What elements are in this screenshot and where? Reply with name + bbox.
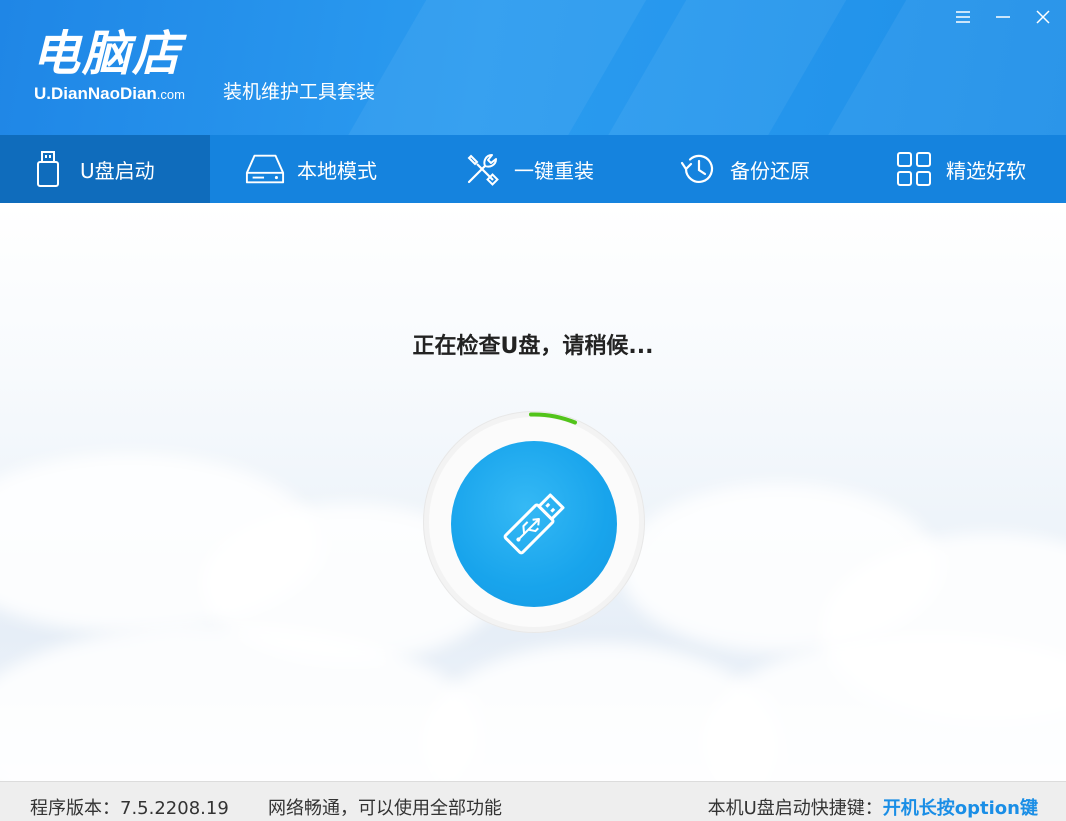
menu-icon[interactable] — [948, 6, 978, 28]
tab-local-mode-label: 本地模式 — [297, 158, 377, 183]
hotkey-link[interactable]: 开机长按option键 — [883, 798, 1038, 819]
tab-usb-boot[interactable]: U盘启动 — [0, 135, 210, 203]
close-icon[interactable] — [1028, 6, 1058, 28]
hard-drive-icon — [245, 149, 285, 189]
tab-local-mode[interactable]: 本地模式 — [210, 135, 425, 203]
app-subtitle: 装机维护工具套装 — [223, 81, 376, 103]
brand-url-suffix: .com — [156, 87, 185, 102]
minimize-icon[interactable] — [988, 6, 1018, 28]
brand-url-main: U.DianNaoDian — [34, 84, 157, 103]
tab-selected-software-label: 精选好软 — [946, 158, 1026, 183]
tab-one-click-reinstall[interactable]: 一键重装 — [425, 135, 640, 203]
network-status-text: 网络畅通，可以使用全部功能 — [268, 798, 502, 819]
tab-backup-restore[interactable]: 备份还原 — [640, 135, 856, 203]
usb-status-circle — [451, 441, 617, 607]
brand-logo: 电脑店 — [32, 26, 183, 82]
usb-drive-icon — [28, 149, 68, 189]
tools-icon — [462, 149, 502, 189]
window-controls — [948, 6, 1058, 28]
tab-selected-software[interactable]: 精选好软 — [856, 135, 1066, 203]
checking-status-text: 正在检查U盘，请稍候... — [412, 334, 654, 359]
hotkey-label: 本机U盘启动快捷键： — [707, 798, 883, 819]
tab-usb-boot-label: U盘启动 — [80, 158, 155, 183]
brand-url: U.DianNaoDian.com — [34, 84, 185, 104]
status-bar: 程序版本：7.5.2208.19 网络畅通，可以使用全部功能 本机U盘启动快捷键… — [0, 781, 1066, 821]
main-nav: U盘启动 本地模式 一键重装 备份还原 精选好软 — [0, 135, 1066, 203]
tab-one-click-reinstall-label: 一键重装 — [514, 158, 594, 183]
main-content: 正在检查U盘，请稍候... — [0, 203, 1066, 781]
version-text: 程序版本：7.5.2208.19 — [30, 798, 229, 819]
apps-grid-icon — [894, 149, 934, 189]
history-icon — [678, 149, 718, 189]
usb-icon — [503, 493, 565, 555]
title-bar: 电脑店 U.DianNaoDian.com 装机维护工具套装 — [0, 0, 1066, 135]
hotkey-info: 本机U盘启动快捷键：开机长按option键 — [708, 794, 1038, 820]
tab-backup-restore-label: 备份还原 — [730, 158, 810, 183]
